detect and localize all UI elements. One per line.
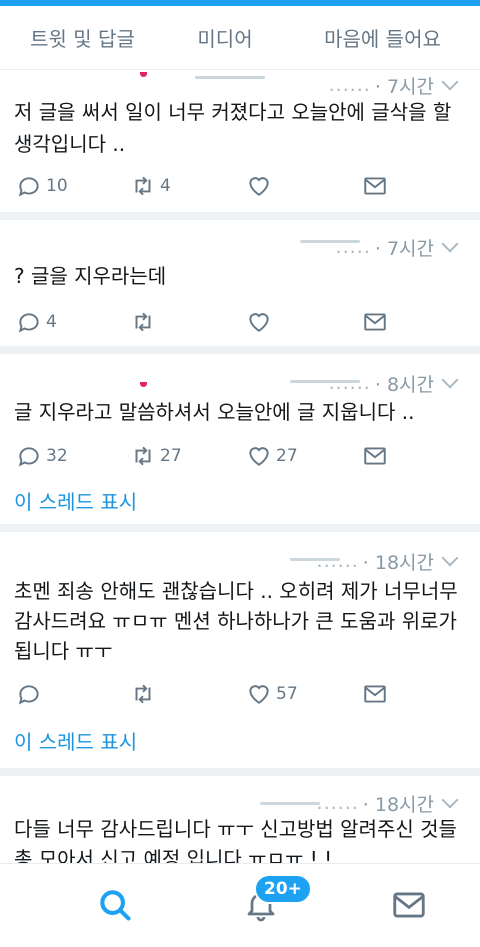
- heart-icon: [249, 313, 269, 332]
- notification-count-badge: 20+: [254, 874, 312, 904]
- tweet-text: ? 글을 지우라는데: [14, 264, 167, 288]
- mail-icon: [364, 177, 386, 195]
- heart-icon: [249, 447, 269, 466]
- tweet-text: 저 글을 써서 일이 너무 커졌다고 오늘안에 글삭을 할 생각입니다 ..: [14, 100, 452, 156]
- reply-count: 4: [46, 312, 57, 332]
- tweet-actions: 10 4: [14, 168, 474, 204]
- tweet-text: 초멘 죄송 안해도 괜찮습니다 .. 오히려 제가 너무너무 감사드려요 ㅠㅁㅠ…: [14, 579, 458, 663]
- retweet-count: 27: [160, 446, 182, 466]
- reply-icon: [18, 177, 39, 197]
- redacted-handle: .....: [335, 236, 371, 258]
- reply-button[interactable]: 4: [16, 309, 57, 335]
- chevron-down-icon[interactable]: [441, 235, 459, 253]
- tweet-feed[interactable]: ...... · 7시간 저 글을 써서 일이 너무 커졌다고 오늘안에 글삭을…: [0, 70, 480, 863]
- tweet-actions: 4: [14, 304, 474, 340]
- mail-icon: [393, 892, 425, 918]
- show-thread-link[interactable]: 이 스레드 표시: [14, 726, 137, 755]
- like-count: 27: [276, 446, 298, 466]
- retweet-button[interactable]: 4: [130, 173, 171, 199]
- tab-likes[interactable]: 마음에 들어요: [285, 23, 480, 52]
- reply-icon: [18, 447, 39, 467]
- redacted-handle: ......: [328, 74, 371, 96]
- heart-icon: [249, 177, 269, 196]
- retweet-icon: [135, 312, 151, 332]
- retweet-icon: [135, 176, 151, 196]
- messages-tab-button[interactable]: [390, 886, 428, 928]
- mail-icon: [364, 685, 386, 703]
- tweet-card[interactable]: ...... · 8시간 글 지우라고 말씀하셔서 오늘안에 글 지웁니다 ..…: [0, 362, 480, 532]
- direct-message-button[interactable]: [362, 309, 388, 335]
- tab-tweets-and-replies[interactable]: 트윗 및 답글: [0, 23, 165, 52]
- tweet-actions: 57: [14, 676, 474, 712]
- reply-icon: [18, 313, 39, 333]
- reply-button[interactable]: [16, 681, 46, 707]
- show-thread-link[interactable]: 이 스레드 표시: [14, 486, 137, 515]
- redacted-name: [195, 76, 265, 79]
- tweet-meta: ...... · 7시간: [328, 72, 459, 98]
- tweet-timestamp: · 7시간: [374, 75, 434, 98]
- direct-message-button[interactable]: [362, 173, 388, 199]
- decorative-mark: [140, 382, 147, 387]
- like-button[interactable]: 27: [246, 443, 298, 469]
- chevron-down-icon[interactable]: [441, 73, 459, 91]
- tweet-timestamp: · 18시간: [362, 551, 434, 574]
- tweet-meta: ...... · 18시간: [316, 548, 459, 574]
- mail-icon: [364, 313, 386, 331]
- mail-icon: [364, 447, 386, 465]
- reply-icon: [18, 685, 39, 705]
- redacted-handle: ......: [316, 792, 359, 814]
- like-button[interactable]: [246, 309, 276, 335]
- retweet-button[interactable]: 27: [130, 443, 182, 469]
- tweet-text: 다들 너무 감사드립니다 ㅠㅜ 신고방법 알려주신 것들 총 모아서 신고 예정…: [14, 817, 457, 863]
- heart-icon: [249, 685, 269, 704]
- retweet-icon: [135, 446, 151, 466]
- redacted-name: [260, 802, 320, 805]
- profile-tabs: 트윗 및 답글 미디어 마음에 들어요: [0, 6, 480, 70]
- like-count: 57: [276, 684, 298, 704]
- tweet-meta: ..... · 7시간: [335, 234, 459, 260]
- redacted-handle: ......: [328, 372, 371, 394]
- tweet-meta: ...... · 18시간: [316, 790, 459, 816]
- search-icon: [100, 890, 131, 921]
- reply-button[interactable]: 10: [16, 173, 68, 199]
- tab-media[interactable]: 미디어: [165, 23, 285, 52]
- direct-message-button[interactable]: [362, 443, 388, 469]
- reply-count: 10: [46, 176, 68, 196]
- tweet-actions: 32 27 27: [14, 438, 474, 474]
- tweet-timestamp: · 8시간: [374, 373, 434, 396]
- retweet-button[interactable]: [130, 681, 160, 707]
- tweet-card[interactable]: ...... · 18시간 초멘 죄송 안해도 괜찮습니다 .. 오히려 제가 …: [0, 540, 480, 776]
- chevron-down-icon[interactable]: [441, 371, 459, 389]
- like-button[interactable]: [246, 173, 276, 199]
- tweet-text: 글 지우라고 말씀하셔서 오늘안에 글 지웁니다 ..: [14, 400, 415, 424]
- retweet-count: 4: [160, 176, 171, 196]
- decorative-mark: [140, 72, 147, 77]
- tweet-meta: ...... · 8시간: [328, 370, 459, 396]
- bottom-navigation: 20+: [0, 863, 480, 947]
- tweet-timestamp: · 18시간: [362, 793, 434, 816]
- tweet-card[interactable]: ..... · 7시간 ? 글을 지우라는데 4: [0, 228, 480, 354]
- chevron-down-icon[interactable]: [441, 549, 459, 567]
- redacted-handle: ......: [316, 550, 359, 572]
- search-tab-button[interactable]: [96, 886, 134, 928]
- chevron-down-icon[interactable]: [441, 791, 459, 809]
- tweet-timestamp: · 7시간: [374, 237, 434, 260]
- reply-button[interactable]: 32: [16, 443, 68, 469]
- retweet-button[interactable]: [130, 309, 160, 335]
- like-button[interactable]: 57: [246, 681, 298, 707]
- direct-message-button[interactable]: [362, 681, 388, 707]
- tweet-card[interactable]: ...... · 18시간 다들 너무 감사드립니다 ㅠㅜ 신고방법 알려주신 …: [0, 784, 480, 863]
- tweet-card[interactable]: ...... · 7시간 저 글을 써서 일이 너무 커졌다고 오늘안에 글삭을…: [0, 70, 480, 220]
- retweet-icon: [135, 684, 151, 704]
- reply-count: 32: [46, 446, 68, 466]
